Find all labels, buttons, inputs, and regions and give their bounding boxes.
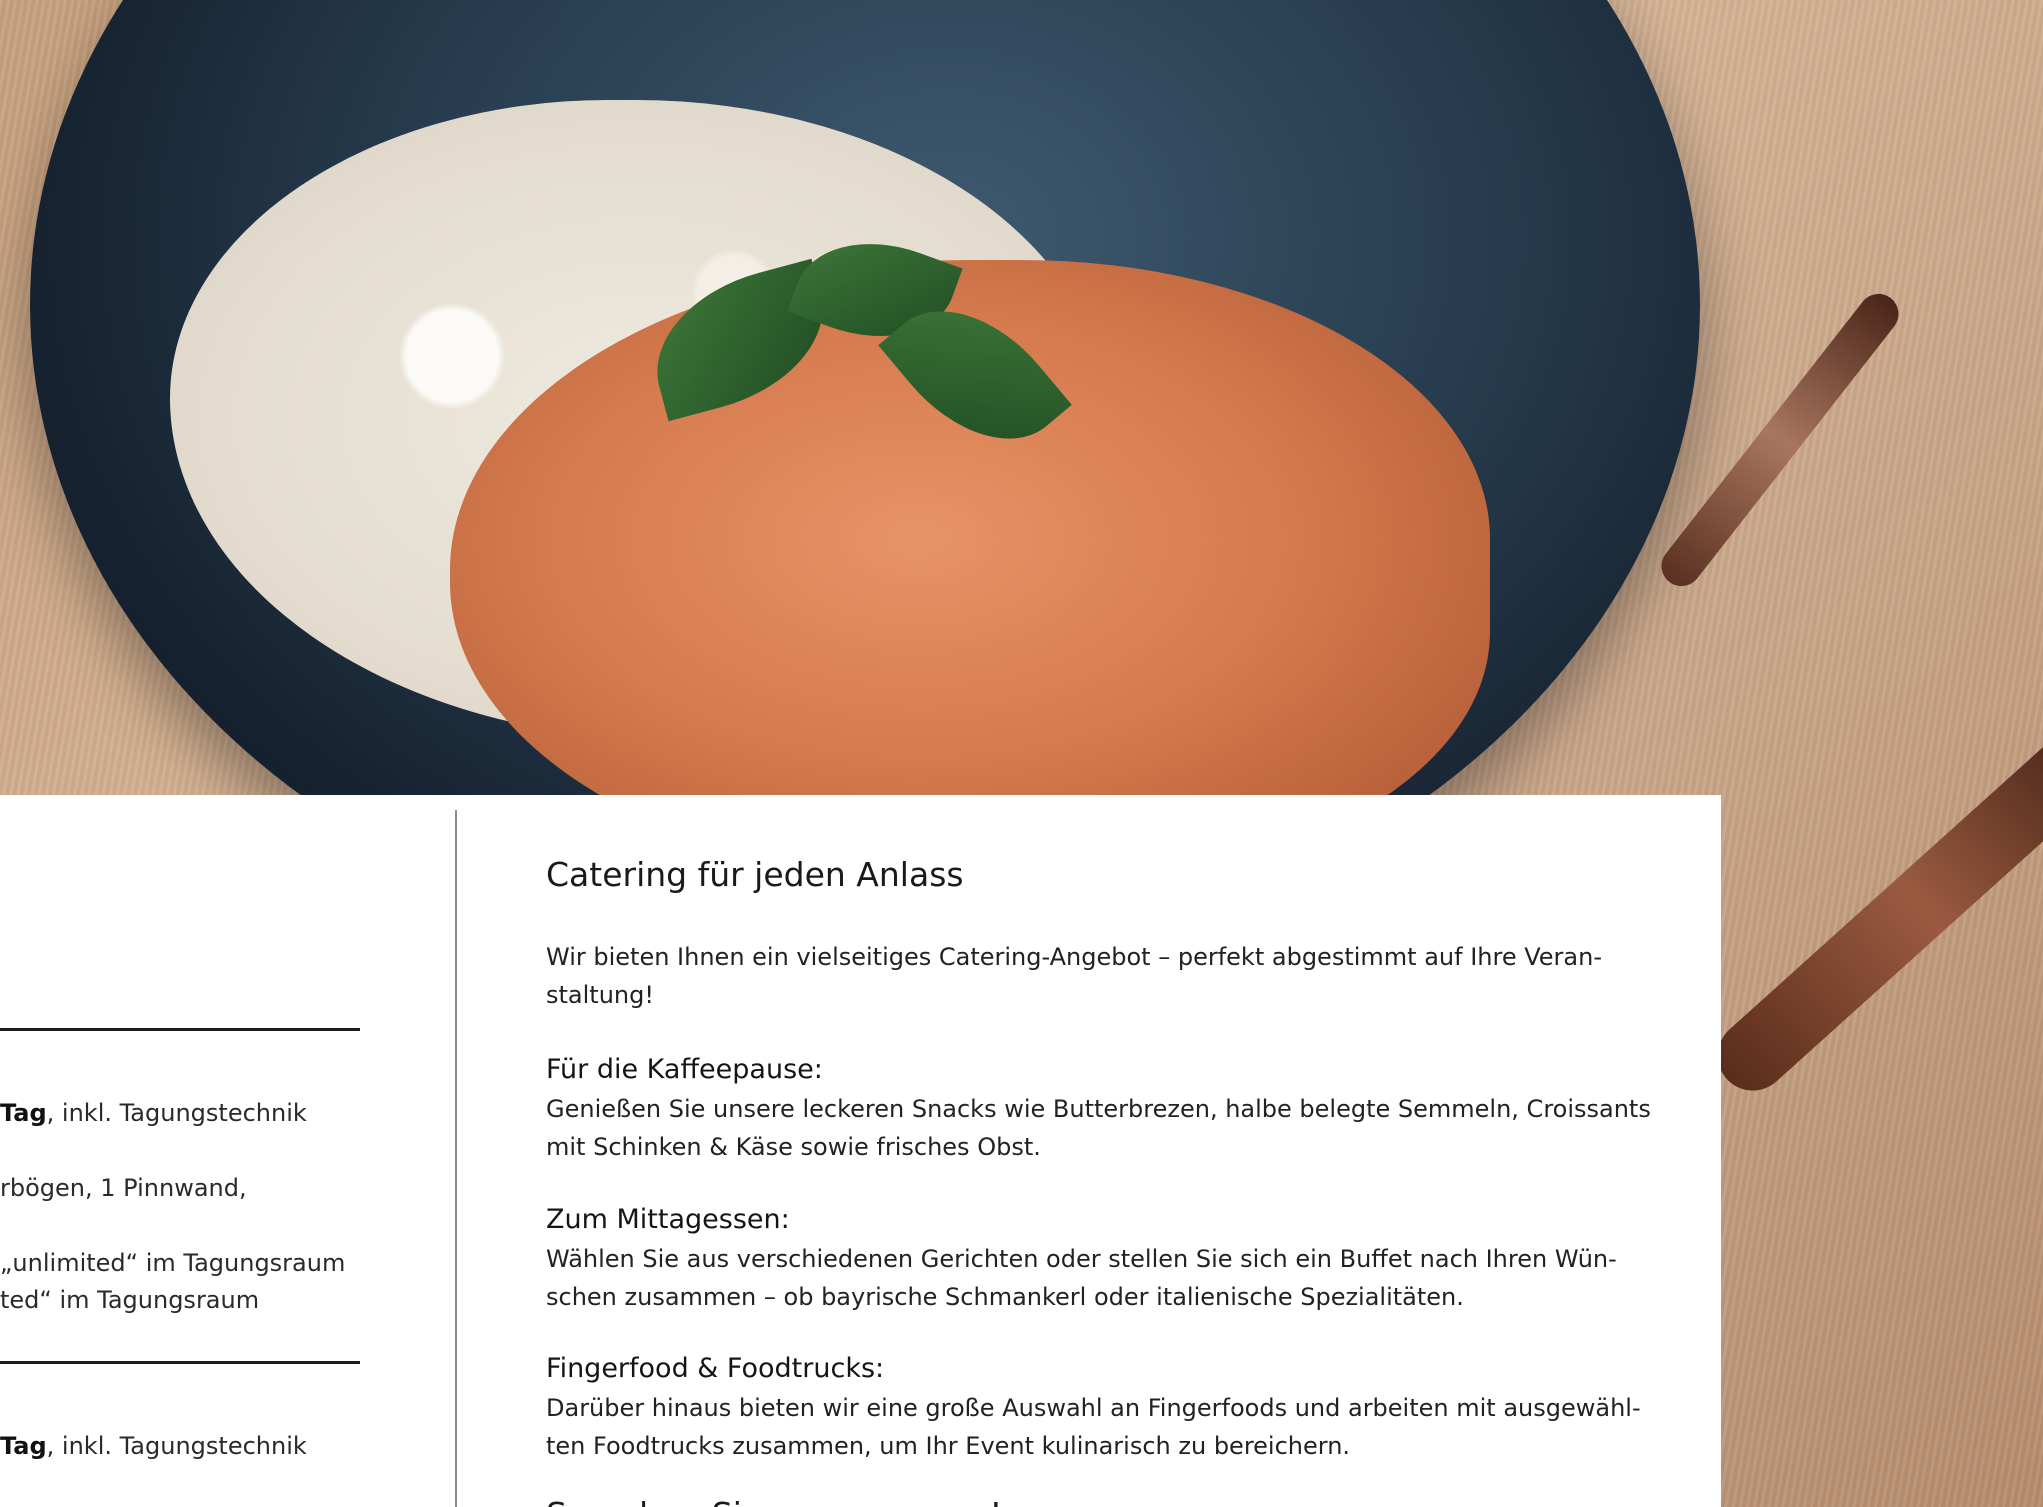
left-line-1: Tag, inkl. Tagungstechnik [0,1095,307,1131]
left-line-5: Tag, inkl. Tagungstechnik [0,1428,307,1464]
left-divider-2 [0,1361,360,1364]
section-heading-fingerfood: Fingerfood & Foodtrucks: [546,1353,885,1384]
left-line-1-bold: Tag [0,1099,47,1127]
intro-line-1: Wir bieten Ihnen ein vielseitiges Cateri… [546,943,1602,971]
page: Tag, inkl. Tagungstechnik rbögen, 1 Pinn… [0,0,2043,1507]
left-line-5-bold: Tag [0,1432,47,1460]
left-divider-1 [0,1028,360,1031]
left-line-1-rest: , inkl. Tagungstechnik [46,1099,307,1127]
section-heading-lunch: Zum Mittagessen: [546,1204,790,1235]
knife-shape [1703,705,2043,1105]
intro-line-2: staltung! [546,981,654,1009]
section-fingerfood-line-1: Darüber hinaus bieten wir eine große Aus… [546,1394,1641,1422]
left-line-3: „unlimited“ im Tagungsraum [0,1249,346,1277]
left-line-5-rest: , inkl. Tagungstechnik [46,1432,307,1460]
section-lunch-line-2: schen zusammen – ob bayrische Schmankerl… [546,1283,1464,1311]
section-coffee-line-2: mit Schinken & Käse sowie frisches Obst. [546,1133,1041,1161]
cut-off-heading: Sprechen Sie uns gerne an! [546,1495,1003,1507]
column-divider [455,810,457,1507]
section-fingerfood-line-2: ten Foodtrucks zusammen, um Ihr Event ku… [546,1432,1351,1460]
left-column: Tag, inkl. Tagungstechnik rbögen, 1 Pinn… [0,795,455,1507]
page-title: Catering für jeden Anlass [546,855,964,894]
section-heading-coffee: Für die Kaffeepause: [546,1054,823,1085]
left-line-4: ted“ im Tagungsraum [0,1286,260,1314]
section-coffee-line-1: Genießen Sie unsere leckeren Snacks wie … [546,1095,1651,1123]
section-lunch-line-1: Wählen Sie aus verschiedenen Gerichten o… [546,1245,1617,1273]
left-line-2: rbögen, 1 Pinnwand, [0,1174,247,1202]
